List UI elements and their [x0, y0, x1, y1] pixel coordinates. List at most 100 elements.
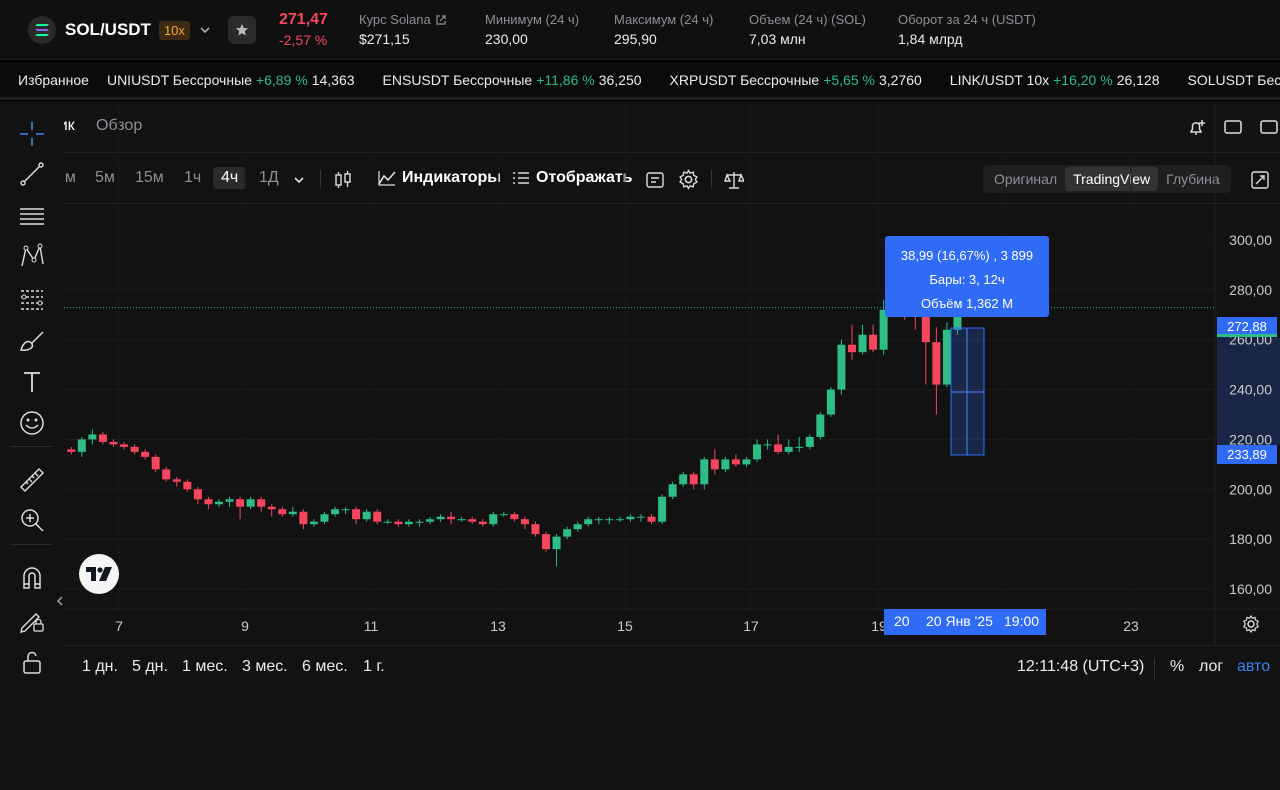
x-tick-label: 23	[1123, 618, 1139, 634]
trendline-icon[interactable]	[16, 158, 48, 190]
chevron-down-icon[interactable]	[198, 23, 212, 37]
range-1m[interactable]: 1 мес.	[182, 658, 228, 676]
candle-body	[795, 446, 804, 448]
candle-body	[246, 499, 255, 507]
candle-body	[141, 451, 150, 457]
range-bar: 1 дн. 5 дн. 1 мес. 3 мес. 6 мес. 1 г. 12…	[64, 645, 1280, 689]
range-5d[interactable]: 5 дн.	[132, 658, 168, 676]
solana-logo-icon	[28, 16, 56, 44]
price-block: 271,47 -2,57 %	[279, 11, 328, 48]
percent-toggle[interactable]: %	[1170, 658, 1184, 676]
y-tick-label: 280,00	[1229, 282, 1272, 298]
candle-body	[763, 444, 772, 446]
candle-body	[172, 479, 181, 482]
candle-body	[679, 474, 688, 485]
candle-body	[373, 511, 382, 522]
candle-body	[636, 516, 645, 518]
stat-course[interactable]: Курс Solana $271,15	[359, 12, 447, 47]
measure-price-label: 233,89	[1217, 445, 1277, 464]
axis-settings-icon[interactable]	[1241, 614, 1261, 634]
candle-body	[404, 521, 413, 525]
tradingview-logo-icon[interactable]	[79, 554, 119, 594]
range-6m[interactable]: 6 мес.	[302, 658, 348, 676]
y-tick-label: 180,00	[1229, 531, 1272, 547]
ticker-item[interactable]: UNIUSDT Бессрочные +6,89 % 14,363	[107, 72, 355, 88]
log-toggle[interactable]: лог	[1199, 658, 1223, 676]
brush-icon[interactable]	[16, 324, 48, 356]
tooltip-change: 38,99 (16,67%) , 3 899	[900, 248, 1034, 263]
candle-body	[341, 509, 350, 511]
candle-body	[162, 469, 171, 480]
x-tick-label: 13	[490, 618, 506, 634]
ruler-icon[interactable]	[16, 464, 48, 496]
unlock-icon[interactable]	[16, 646, 48, 678]
x-tick-label: 11	[364, 618, 379, 634]
candle-body	[499, 514, 508, 516]
candle-body	[531, 524, 540, 535]
candle-body	[626, 516, 635, 520]
ticker-item[interactable]: SOLUSDT Бессрочные	[1188, 72, 1280, 88]
stat-value: 295,90	[614, 31, 657, 47]
stat-value: 230,00	[485, 31, 528, 47]
range-1d[interactable]: 1 дн.	[82, 658, 118, 676]
clock[interactable]: 12:11:48 (UTC+3)	[1017, 658, 1144, 676]
ticker-item[interactable]: ENSUSDT Бессрочные +11,86 % 36,250	[383, 72, 642, 88]
collapse-tools-icon[interactable]	[56, 595, 64, 607]
favorite-star-icon[interactable]	[228, 16, 256, 44]
stat-label: Оборот за 24 ч (USDT)	[898, 12, 1036, 27]
candle-body	[478, 521, 487, 525]
magnet-icon[interactable]	[16, 562, 48, 594]
lock-drawing-icon[interactable]	[16, 604, 48, 636]
candle-body	[837, 344, 846, 390]
candle-body	[647, 516, 656, 522]
candle-body	[858, 334, 867, 353]
zoom-in-icon[interactable]	[16, 504, 48, 536]
candle-body	[193, 489, 202, 500]
x-tick-label: 15	[617, 618, 633, 634]
candle-body	[320, 514, 329, 522]
horizontal-lines-icon[interactable]	[16, 200, 48, 232]
range-3m[interactable]: 3 мес.	[242, 658, 288, 676]
emoji-icon[interactable]	[16, 407, 48, 439]
auto-toggle[interactable]: авто	[1237, 658, 1270, 676]
candle-body	[257, 499, 266, 507]
pair-selector[interactable]: SOL/USDT 10x	[28, 14, 212, 46]
candle-body	[468, 519, 477, 522]
crosshair-icon[interactable]	[16, 118, 48, 150]
candle-body	[552, 536, 561, 550]
text-tool-icon[interactable]	[16, 366, 48, 398]
header: SOL/USDT 10x 271,47 -2,57 % Курс Solana …	[0, 0, 1280, 60]
candle-body	[710, 459, 719, 470]
candle-body	[394, 521, 403, 525]
stat-label: Курс Solana	[359, 12, 431, 27]
tooltip-volume: Объём 1,362 M	[920, 296, 1013, 311]
stat-high: Максимум (24 ч) 295,90	[614, 12, 713, 47]
fib-icon[interactable]	[16, 282, 48, 314]
range-1y[interactable]: 1 г.	[363, 658, 385, 676]
ticker-item[interactable]: LINK/USDT 10x +16,20 % 26,128	[950, 72, 1160, 88]
y-tick-label: 200,00	[1229, 481, 1272, 497]
external-link-icon	[436, 14, 446, 25]
pattern-icon[interactable]	[16, 240, 48, 272]
candle-body	[331, 509, 340, 515]
candle-body	[784, 446, 793, 452]
stat-turnover: Оборот за 24 ч (USDT) 1,84 млрд	[898, 12, 1036, 47]
candle-body	[67, 449, 76, 452]
candle-body	[204, 499, 213, 505]
x-tick-label: 9	[241, 618, 249, 634]
stat-volume: Объем (24 ч) (SOL) 7,03 млн	[749, 12, 866, 47]
candle-body	[362, 511, 371, 520]
candle-body	[542, 534, 551, 550]
tools-divider	[10, 544, 52, 545]
candle-body	[352, 509, 361, 520]
candle-body	[942, 329, 951, 385]
candle-body	[869, 334, 878, 350]
ticker-item[interactable]: XRPUSDT Бессрочные +5,65 % 3,2760	[670, 72, 922, 88]
chart-area[interactable]: 300,00 280,00 260,00 240,00 220,00 200,00 180,…	[57, 104, 1280, 689]
candle-body	[267, 506, 276, 510]
favorites-label[interactable]: Избранное	[18, 72, 89, 88]
candlestick-chart[interactable]: 300,00280,00260,00240,00220,00200,00180,…	[64, 104, 1280, 645]
candle-body	[489, 514, 498, 525]
candle-body	[214, 501, 223, 505]
stat-low: Минимум (24 ч) 230,00	[485, 12, 579, 47]
